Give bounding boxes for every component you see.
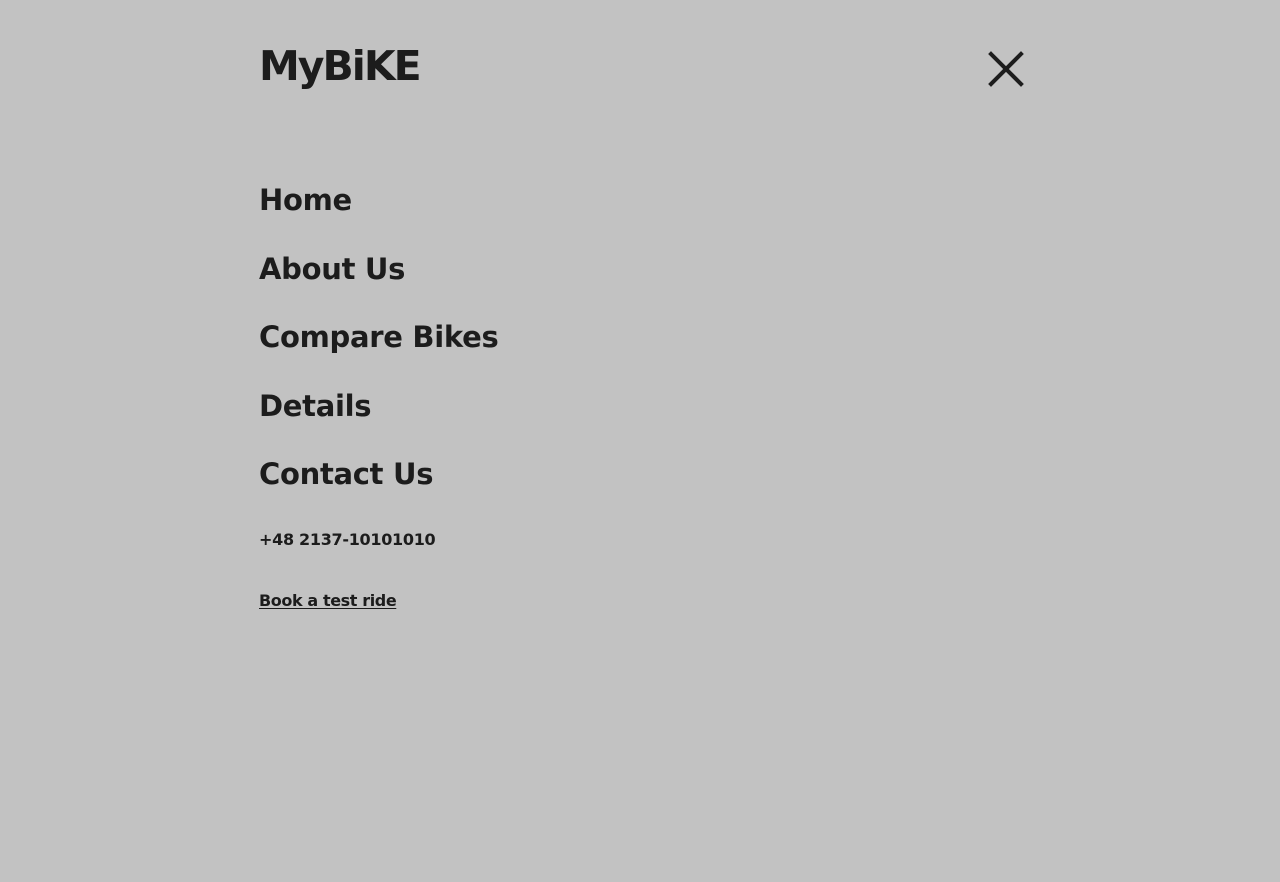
nav-item-contact-us[interactable]: Contact Us [259, 452, 498, 521]
menu-header: MyBiKE [259, 40, 1024, 100]
phone-number[interactable]: +48 2137-10101010 [259, 529, 436, 551]
nav-item-details[interactable]: Details [259, 384, 498, 453]
close-icon [988, 51, 1024, 87]
nav-item-home[interactable]: Home [259, 178, 498, 247]
nav-item-compare-bikes[interactable]: Compare Bikes [259, 315, 499, 384]
logo[interactable]: MyBiKE [259, 40, 422, 92]
mobile-menu-overlay: MyBiKE Home About Us Compare Bikes Detai… [0, 0, 1280, 882]
main-nav: Home About Us Compare Bikes Details Cont… [259, 178, 499, 521]
close-menu-button[interactable] [987, 50, 1025, 88]
nav-item-about-us[interactable]: About Us [259, 247, 498, 316]
book-test-ride-link[interactable]: Book a test ride [259, 590, 397, 612]
